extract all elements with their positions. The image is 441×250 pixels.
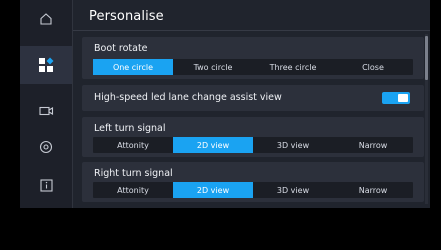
screen: Personalise Boot rotate One circle Two c… xyxy=(0,0,441,250)
camera-icon xyxy=(38,106,53,116)
personalise-icon xyxy=(39,57,54,72)
info-icon xyxy=(39,178,53,192)
sidebar-item-home[interactable] xyxy=(20,0,72,38)
right-turn-option-2d-view[interactable]: 2D view xyxy=(173,182,253,198)
boot-rotate-option-three-circle[interactable]: Three circle xyxy=(253,59,333,75)
right-turn-selector: Attonity 2D view 3D view Narrow xyxy=(93,182,413,198)
main-panel: Personalise Boot rotate One circle Two c… xyxy=(73,0,430,208)
right-turn-label: Right turn signal xyxy=(94,168,173,179)
left-turn-option-3d-view[interactable]: 3D view xyxy=(253,137,333,153)
boot-rotate-option-close[interactable]: Close xyxy=(333,59,413,75)
boot-rotate-option-one-circle[interactable]: One circle xyxy=(93,59,173,75)
boot-rotate-option-two-circle[interactable]: Two circle xyxy=(173,59,253,75)
left-turn-card: Left turn signal Attonity 2D view 3D vie… xyxy=(82,117,424,157)
left-turn-label: Left turn signal xyxy=(94,123,166,134)
sidebar-item-personalise[interactable] xyxy=(20,46,72,84)
left-turn-option-2d-view[interactable]: 2D view xyxy=(173,137,253,153)
right-turn-option-3d-view[interactable]: 3D view xyxy=(253,182,333,198)
toggle-knob xyxy=(398,94,408,102)
lane-change-toggle[interactable] xyxy=(382,92,410,104)
view-icon xyxy=(39,140,53,154)
boot-rotate-label: Boot rotate xyxy=(94,43,148,54)
left-turn-option-narrow[interactable]: Narrow xyxy=(333,137,413,153)
boot-rotate-card: Boot rotate One circle Two circle Three … xyxy=(82,37,424,79)
scrollbar[interactable] xyxy=(425,34,428,204)
title-divider xyxy=(73,30,430,31)
scrollbar-thumb[interactable] xyxy=(425,36,428,80)
page-title: Personalise xyxy=(89,9,164,24)
sidebar-item-camera[interactable] xyxy=(20,92,72,130)
lane-change-card: High-speed led lane change assist view xyxy=(82,85,424,111)
boot-rotate-selector: One circle Two circle Three circle Close xyxy=(93,59,413,75)
right-turn-option-attonity[interactable]: Attonity xyxy=(93,182,173,198)
home-icon xyxy=(40,13,52,25)
left-turn-option-attonity[interactable]: Attonity xyxy=(93,137,173,153)
sidebar-item-view[interactable] xyxy=(20,128,72,166)
lane-change-label: High-speed led lane change assist view xyxy=(94,92,282,103)
sidebar-item-info[interactable] xyxy=(20,166,72,204)
sidebar xyxy=(20,0,73,208)
left-turn-selector: Attonity 2D view 3D view Narrow xyxy=(93,137,413,153)
right-turn-option-narrow[interactable]: Narrow xyxy=(333,182,413,198)
right-turn-card: Right turn signal Attonity 2D view 3D vi… xyxy=(82,162,424,202)
settings-app: Personalise Boot rotate One circle Two c… xyxy=(20,0,430,208)
